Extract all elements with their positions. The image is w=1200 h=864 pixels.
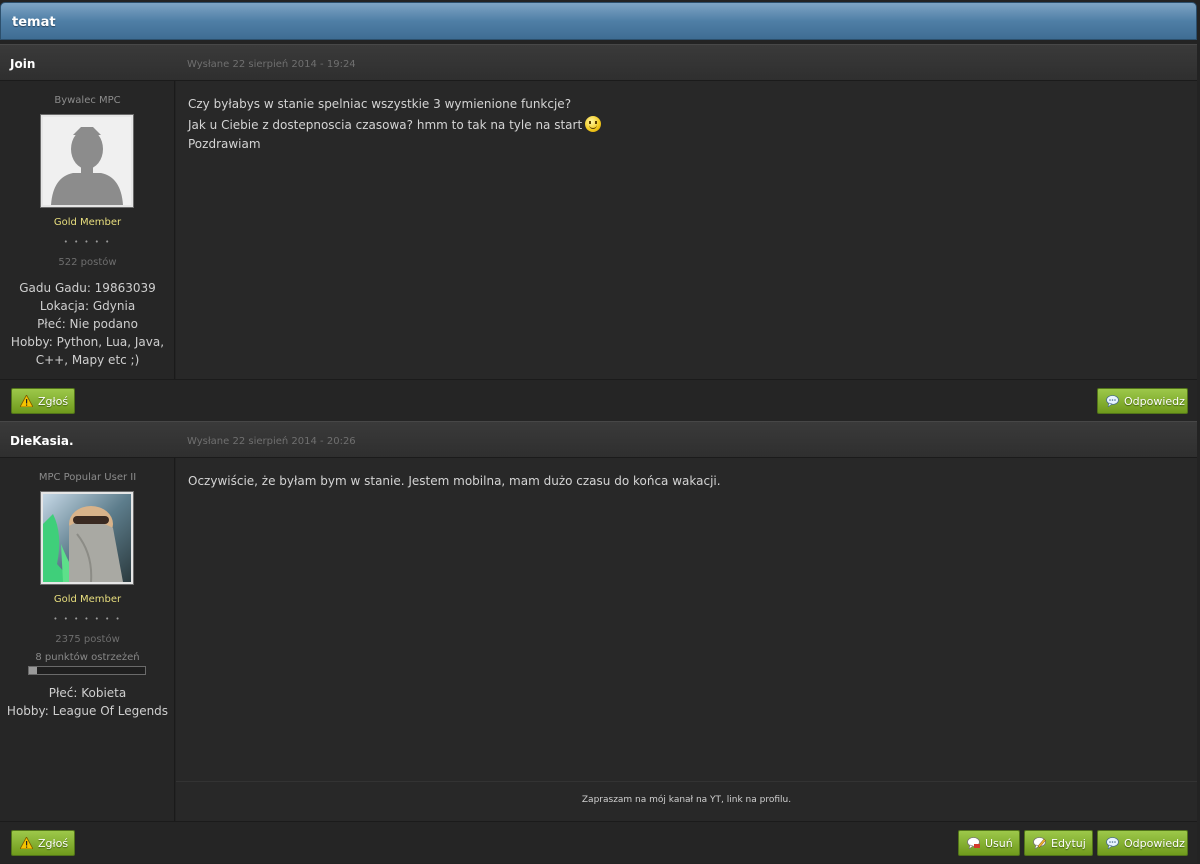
post-2: DieKasia. Wysłane 22 sierpień 2014 - 20:… xyxy=(0,421,1197,864)
post-text-line: Oczywiście, że byłam bym w stanie. Jeste… xyxy=(188,474,721,488)
info-hobby: Hobby: League Of Legends xyxy=(6,704,169,718)
post-text-line: Pozdrawiam xyxy=(188,137,261,151)
user-photo-icon xyxy=(43,494,131,582)
reply-button[interactable]: Odpowiedz xyxy=(1097,830,1188,856)
edit-label: Edytuj xyxy=(1051,837,1086,850)
avatar[interactable] xyxy=(40,491,134,585)
reply-button[interactable]: Odpowiedz xyxy=(1097,388,1188,414)
speech-bubble-icon xyxy=(1106,395,1119,407)
info-gender: Płeć: Nie podano xyxy=(37,317,138,331)
post-1: Join Wysłane 22 sierpień 2014 - 19:24 By… xyxy=(0,44,1197,421)
smiley-icon xyxy=(585,116,602,132)
warning-icon xyxy=(20,395,33,407)
member-group: Gold Member xyxy=(53,217,122,228)
info-hobby-cont: C++, Mapy etc ;) xyxy=(35,353,140,367)
report-label: Zgłoś xyxy=(38,837,69,850)
report-button[interactable]: Zgłoś xyxy=(11,388,75,414)
speech-bubble-icon xyxy=(1106,837,1119,849)
default-avatar-icon xyxy=(43,117,131,205)
warning-icon xyxy=(20,837,33,849)
author-name[interactable]: Join xyxy=(10,57,35,71)
edit-bubble-icon xyxy=(1033,837,1046,849)
avatar[interactable] xyxy=(40,114,134,208)
post-header: DieKasia. Wysłane 22 sierpień 2014 - 20:… xyxy=(0,421,1197,458)
delete-label: Usuń xyxy=(985,837,1013,850)
author-name[interactable]: DieKasia. xyxy=(10,434,74,448)
post-count[interactable]: 2375 postów xyxy=(0,634,175,645)
warning-points[interactable]: 8 punktów ostrzeżeń xyxy=(0,652,175,663)
report-button[interactable]: Zgłoś xyxy=(11,830,75,856)
rank-title: MPC Popular User II xyxy=(38,472,137,483)
post-count[interactable]: 522 postów xyxy=(0,257,175,268)
post-date: Wysłane 22 sierpień 2014 - 20:26 xyxy=(187,436,356,447)
delete-bubble-icon xyxy=(967,837,980,849)
author-panel: MPC Popular User II Gold Member • • • • … xyxy=(0,458,175,821)
reply-label: Odpowiedz xyxy=(1124,837,1185,850)
post-actions: Zgłoś Usuń Edytuj Odpowiedz xyxy=(0,821,1197,863)
rank-pips: • • • • • • • xyxy=(53,615,122,623)
reply-label: Odpowiedz xyxy=(1124,395,1185,408)
topic-title: temat xyxy=(0,2,1197,40)
info-location: Lokacja: Gdynia xyxy=(39,299,136,313)
signature: Zapraszam na mój kanał na YT, link na pr… xyxy=(176,781,1197,821)
post-header: Join Wysłane 22 sierpień 2014 - 19:24 xyxy=(0,44,1197,81)
report-label: Zgłoś xyxy=(38,395,69,408)
rank-title: Bywalec MPC xyxy=(54,95,121,106)
info-hobby: Hobby: Python, Lua, Java, xyxy=(10,335,165,349)
member-group: Gold Member xyxy=(53,594,122,605)
info-gender: Płeć: Kobieta xyxy=(48,686,127,700)
post-text-line: Jak u Ciebie z dostepnoscia czasowa? hmm… xyxy=(188,116,602,132)
author-panel: Bywalec MPC Gold Member • • • • • 522 po… xyxy=(0,81,175,379)
post-body xyxy=(176,458,1197,821)
rank-pips: • • • • • xyxy=(63,238,112,246)
delete-button[interactable]: Usuń xyxy=(958,830,1020,856)
post-text-span: Jak u Ciebie z dostepnoscia czasowa? hmm… xyxy=(188,118,583,132)
info-gadu-gadu: Gadu Gadu: 19863039 xyxy=(19,281,156,295)
post-actions: Zgłoś Odpowiedz xyxy=(0,379,1197,421)
post-date: Wysłane 22 sierpień 2014 - 19:24 xyxy=(187,59,356,70)
edit-button[interactable]: Edytuj xyxy=(1024,830,1093,856)
post-text-line: Czy byłabys w stanie spelniac wszystkie … xyxy=(188,97,572,111)
warning-bar xyxy=(28,666,146,675)
